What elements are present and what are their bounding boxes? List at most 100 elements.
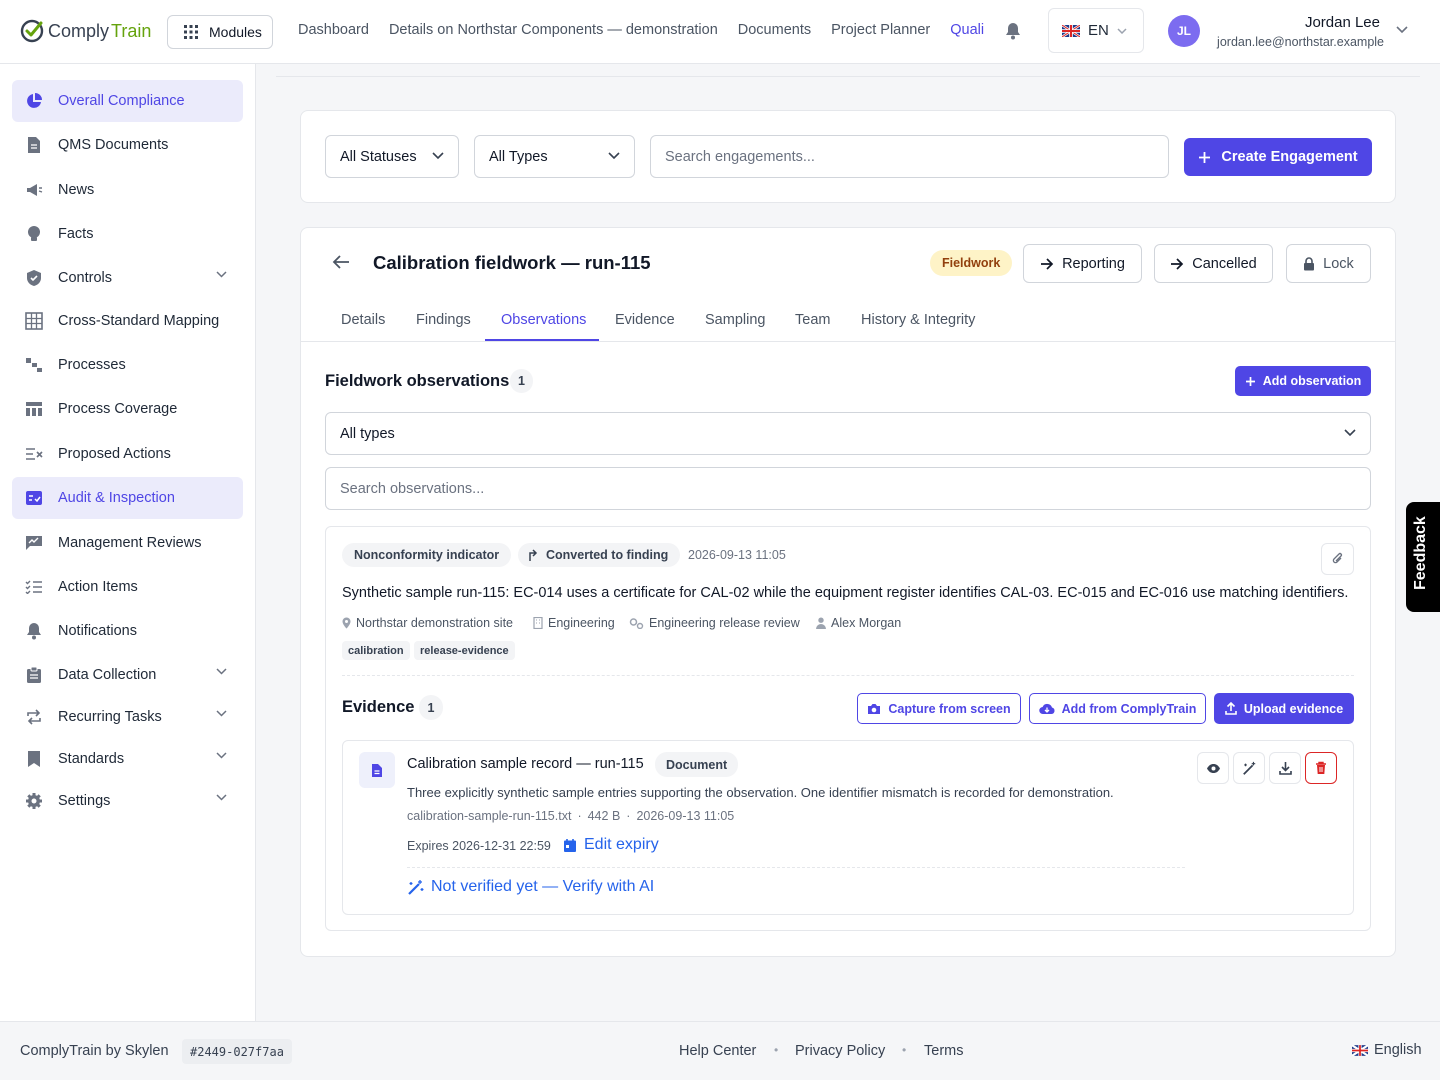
- attach-button[interactable]: [1321, 543, 1354, 575]
- repeat-icon: [24, 707, 44, 727]
- sidebar-item-settings[interactable]: Settings: [12, 780, 243, 822]
- reporting-label: Reporting: [1062, 255, 1125, 272]
- tab-evidence[interactable]: Evidence: [615, 312, 675, 328]
- status-filter-select[interactable]: All Statuses: [325, 135, 459, 178]
- feedback-tab[interactable]: Feedback: [1406, 502, 1440, 612]
- tab-findings[interactable]: Findings: [416, 312, 471, 328]
- sidebar-item-news[interactable]: News: [12, 169, 243, 211]
- sidebar-item-label: Overall Compliance: [58, 93, 185, 109]
- modules-button[interactable]: Modules: [167, 15, 273, 49]
- sidebar-item-label: Processes: [58, 357, 126, 373]
- sidebar-item-controls[interactable]: Controls: [12, 257, 243, 299]
- file-date: 2026-09-13 11:05: [636, 809, 735, 823]
- chevron-down-icon: [1117, 27, 1127, 34]
- verify-with-ai-link[interactable]: Not verified yet — Verify with AI: [407, 878, 654, 896]
- footer-language-selector[interactable]: English: [1352, 1042, 1422, 1058]
- tab-team[interactable]: Team: [795, 312, 830, 328]
- sidebar-item-data-collection[interactable]: Data Collection: [12, 654, 243, 696]
- evidence-file-title[interactable]: Calibration sample record — run-115: [407, 756, 644, 772]
- nav-quali[interactable]: Quali: [950, 22, 984, 38]
- nav-documents[interactable]: Documents: [738, 22, 811, 38]
- create-engagement-button[interactable]: Create Engagement: [1184, 138, 1372, 176]
- observation-search-input[interactable]: Search observations...: [325, 467, 1371, 510]
- privacy-policy-link[interactable]: Privacy Policy: [795, 1043, 885, 1059]
- upload-evidence-button[interactable]: Upload evidence: [1214, 693, 1354, 724]
- delete-button[interactable]: [1305, 752, 1337, 784]
- sidebar-item-label: Facts: [58, 226, 94, 242]
- help-center-link[interactable]: Help Center: [679, 1043, 756, 1059]
- add-from-complytrain-button[interactable]: Add from ComplyTrain: [1029, 693, 1206, 724]
- notifications-bell-icon[interactable]: [1005, 22, 1021, 40]
- tab-history-integrity[interactable]: History & Integrity: [861, 312, 975, 328]
- status-badge: Fieldwork: [930, 250, 1013, 276]
- back-arrow-icon[interactable]: [332, 254, 350, 270]
- avatar[interactable]: JL: [1168, 15, 1200, 47]
- language-selector[interactable]: EN: [1048, 8, 1144, 53]
- engagement-filter-card: All Statuses All Types Search engagement…: [300, 110, 1396, 203]
- sidebar-item-management-reviews[interactable]: Management Reviews: [12, 522, 243, 564]
- logo-check-icon: [20, 19, 44, 43]
- bookmark-icon: [24, 749, 44, 769]
- sidebar-item-cross-standard-mapping[interactable]: Cross-Standard Mapping: [12, 300, 243, 342]
- arrow-right-icon: [1041, 257, 1054, 270]
- sidebar-item-process-coverage[interactable]: Process Coverage: [12, 388, 243, 430]
- observations-count-badge: 1: [510, 369, 533, 393]
- observations-heading: Fieldwork observations: [325, 372, 510, 390]
- lock-button[interactable]: Lock: [1286, 244, 1371, 283]
- download-button[interactable]: [1269, 752, 1301, 784]
- sidebar-item-facts[interactable]: Facts: [12, 213, 243, 255]
- lock-label: Lock: [1323, 255, 1354, 272]
- tag-chip: calibration: [342, 641, 410, 660]
- ai-verify-button[interactable]: [1233, 752, 1265, 784]
- nav-project-planner[interactable]: Project Planner: [831, 22, 930, 38]
- sidebar-item-label: Notifications: [58, 623, 137, 639]
- cancelled-label: Cancelled: [1192, 255, 1257, 272]
- nav-details[interactable]: Details on Northstar Components — demons…: [389, 22, 718, 38]
- tab-sampling[interactable]: Sampling: [705, 312, 765, 328]
- observation-text: Synthetic sample run-115: EC-014 uses a …: [342, 585, 1349, 601]
- magic-wand-icon: [1242, 761, 1255, 775]
- sidebar-item-recurring-tasks[interactable]: Recurring Tasks: [12, 696, 243, 738]
- clipboard-icon: [24, 665, 44, 685]
- brand-logo[interactable]: Comply Train: [20, 18, 151, 44]
- engagement-title: Calibration fieldwork — run-115: [373, 252, 651, 273]
- tab-observations[interactable]: Observations: [501, 312, 586, 328]
- sidebar-item-action-items[interactable]: Action Items: [12, 566, 243, 608]
- capture-from-screen-button[interactable]: Capture from screen: [857, 693, 1021, 724]
- move-to-reporting-button[interactable]: Reporting: [1023, 244, 1142, 283]
- bell-icon: [24, 621, 44, 641]
- sidebar-item-overall-compliance[interactable]: Overall Compliance: [12, 80, 243, 122]
- separator-dot: ·: [577, 809, 582, 823]
- converted-to-finding-badge: Converted to finding: [518, 543, 681, 567]
- sidebar-item-standards[interactable]: Standards: [12, 738, 243, 780]
- edit-expiry-link[interactable]: Edit expiry: [563, 836, 659, 854]
- sidebar-item-audit-inspection[interactable]: Audit & Inspection: [12, 477, 243, 519]
- status-filter-value: All Statuses: [340, 148, 417, 165]
- upload-icon: [1225, 702, 1237, 715]
- eye-icon: [1206, 763, 1220, 773]
- user-menu-chevron-icon[interactable]: [1396, 26, 1408, 34]
- preview-button[interactable]: [1197, 752, 1229, 784]
- move-to-cancelled-button[interactable]: Cancelled: [1154, 244, 1273, 283]
- building-icon: [533, 617, 543, 629]
- sidebar-item-notifications[interactable]: Notifications: [12, 610, 243, 652]
- add-from-label: Add from ComplyTrain: [1061, 701, 1197, 716]
- flow-icon: [24, 355, 44, 375]
- footer-language-label: English: [1374, 1042, 1422, 1058]
- edit-expiry-label: Edit expiry: [584, 836, 659, 853]
- create-engagement-label: Create Engagement: [1221, 149, 1358, 165]
- megaphone-icon: [24, 180, 44, 200]
- observation-type-select[interactable]: All types: [325, 412, 1371, 455]
- sidebar-item-proposed-actions[interactable]: Proposed Actions: [12, 433, 243, 475]
- add-observation-button[interactable]: Add observation: [1235, 366, 1371, 396]
- tab-details[interactable]: Details: [341, 312, 385, 328]
- sidebar-item-processes[interactable]: Processes: [12, 344, 243, 386]
- terms-link[interactable]: Terms: [924, 1043, 963, 1059]
- chevron-down-icon: [608, 152, 620, 160]
- engagement-search-input[interactable]: Search engagements...: [650, 135, 1169, 178]
- sidebar-item-label: Recurring Tasks: [58, 709, 162, 725]
- language-code: EN: [1088, 22, 1109, 39]
- nav-dashboard[interactable]: Dashboard: [298, 22, 369, 38]
- type-filter-select[interactable]: All Types: [474, 135, 635, 178]
- sidebar-item-qms-documents[interactable]: QMS Documents: [12, 124, 243, 166]
